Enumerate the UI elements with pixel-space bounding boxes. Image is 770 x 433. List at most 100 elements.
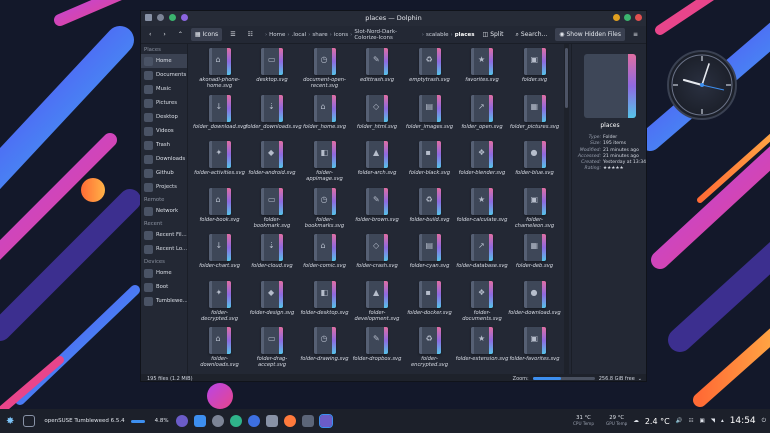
- places-item[interactable]: Recent Lo...: [141, 242, 187, 256]
- places-item[interactable]: Desktop: [141, 110, 187, 124]
- file-item[interactable]: ▤ folder-cyan.svg: [403, 234, 456, 269]
- file-item[interactable]: ⌂ folder_home.svg: [298, 94, 351, 130]
- file-item[interactable]: ◧ folder-appimage.svg: [298, 141, 351, 182]
- file-item[interactable]: ◷ folder-bookmarks.svg: [298, 187, 351, 229]
- compact-view-button[interactable]: ☰: [226, 28, 239, 41]
- split-button[interactable]: ◫ Split: [479, 28, 508, 41]
- file-item[interactable]: ◷ document-open-recent.svg: [298, 48, 351, 89]
- digital-clock[interactable]: 14:54: [730, 416, 756, 426]
- file-item[interactable]: ▣ folder-favorites.svg: [508, 327, 561, 362]
- breadcrumb-places[interactable]: places: [455, 32, 475, 38]
- places-item[interactable]: Tumblewe...: [141, 294, 187, 308]
- file-item[interactable]: ◧ folder-desktop.svg: [298, 280, 351, 316]
- weather-temp[interactable]: 2.4 °C: [645, 417, 670, 426]
- places-item[interactable]: Projects: [141, 180, 187, 194]
- file-item[interactable]: ◇ folder_html.svg: [351, 94, 404, 130]
- breadcrumb-scalable[interactable]: scalable: [426, 32, 449, 38]
- dolphin-task-icon[interactable]: [318, 414, 333, 428]
- file-item[interactable]: ↓ folder-chart.svg: [193, 234, 246, 269]
- file-item[interactable]: ◇ folder-crash.svg: [351, 234, 404, 269]
- file-item[interactable]: ⌂ folder-comic.svg: [298, 234, 351, 269]
- tray-expand-icon[interactable]: ▴: [721, 418, 724, 424]
- display-icon[interactable]: ▣: [700, 418, 705, 424]
- network-tray-icon[interactable]: ☷: [689, 418, 694, 424]
- file-item[interactable]: ▣ folder-chameleon.svg: [508, 187, 561, 229]
- file-item[interactable]: ⌂ folder-downloads.svg: [193, 327, 246, 368]
- file-item[interactable]: ✎ folder-dropbox.svg: [351, 327, 404, 362]
- maximize-button[interactable]: [624, 14, 631, 21]
- show-hidden-files-button[interactable]: ◉ Show Hidden Files: [555, 28, 625, 41]
- window-titlebar[interactable]: places — Dolphin: [141, 11, 646, 26]
- file-item[interactable]: ◷ folder-drawing.svg: [298, 327, 351, 362]
- file-item[interactable]: ♻ folder-encrypted.svg: [403, 327, 456, 368]
- app-icon-6[interactable]: [265, 415, 278, 427]
- file-item[interactable]: ★ folder-extension.svg: [456, 327, 509, 362]
- icons-view-button[interactable]: ▦ Icons: [190, 28, 223, 41]
- file-item[interactable]: ⌂ folder-book.svg: [193, 187, 246, 223]
- app-icon-4[interactable]: [229, 415, 242, 427]
- app-icon-3[interactable]: [211, 415, 224, 427]
- volume-icon[interactable]: 🔊: [676, 418, 683, 424]
- places-item[interactable]: Videos: [141, 124, 187, 138]
- file-item[interactable]: ♻ emptytrash.svg: [403, 48, 456, 83]
- places-item[interactable]: Github: [141, 166, 187, 180]
- file-item[interactable]: ⇣ folder_downloads.svg: [246, 94, 302, 130]
- file-item[interactable]: ↗ folder_open.svg: [456, 94, 509, 130]
- places-item[interactable]: Recent Fil...: [141, 228, 187, 242]
- file-item[interactable]: ● folder-blue.svg: [508, 141, 561, 176]
- show-desktop-icon[interactable]: [23, 415, 36, 427]
- file-item[interactable]: ◆ folder-android.svg: [246, 141, 299, 176]
- taskbar-window-opensuse[interactable]: openSUSE Tumbleweed 6.5.4: [38, 409, 150, 433]
- breadcrumb-theme[interactable]: Slot-Nord-Dark-Colorize-Icons: [354, 29, 419, 41]
- file-item[interactable]: ★ favorites.svg: [456, 48, 509, 83]
- app-icon-2[interactable]: [193, 415, 206, 427]
- places-item[interactable]: Network: [141, 204, 187, 218]
- file-item[interactable]: ▭ folder-drag-accept.svg: [246, 327, 299, 368]
- file-item[interactable]: ↗ folder-database.svg: [456, 234, 509, 269]
- places-item[interactable]: Home: [141, 266, 187, 280]
- breadcrumb-icons[interactable]: icons: [334, 32, 348, 38]
- breadcrumb-share[interactable]: share: [312, 32, 327, 38]
- firefox-icon[interactable]: [283, 415, 296, 427]
- app-icon-5[interactable]: [247, 415, 260, 427]
- up-button[interactable]: ⌃: [174, 28, 187, 41]
- file-item[interactable]: ✎ folder-brown.svg: [351, 187, 404, 223]
- file-item[interactable]: ▣ folder.svg: [508, 48, 561, 83]
- scrollbar[interactable]: [564, 44, 569, 374]
- file-item[interactable]: ⇣ folder-cloud.svg: [246, 234, 299, 269]
- file-item[interactable]: ♻ folder-build.svg: [403, 187, 456, 223]
- minimize-button[interactable]: [613, 14, 620, 21]
- places-item[interactable]: Home: [141, 54, 187, 68]
- file-item[interactable]: ▭ folder-bookmark.svg: [246, 187, 299, 229]
- places-item[interactable]: Trash: [141, 138, 187, 152]
- close-button[interactable]: [635, 14, 642, 21]
- file-item[interactable]: ↓ folder_download.svg: [193, 94, 246, 130]
- file-item[interactable]: ▦ folder_pictures.svg: [508, 94, 561, 130]
- wifi-icon[interactable]: ◥: [711, 418, 715, 424]
- details-view-button[interactable]: ☷: [244, 28, 257, 41]
- breadcrumb-home[interactable]: Home: [269, 32, 285, 38]
- app-icon-1[interactable]: [175, 415, 188, 427]
- file-item[interactable]: ❖ folder-blender.svg: [456, 141, 509, 176]
- file-item[interactable]: ✦ folder-activities.svg: [193, 141, 246, 176]
- file-item[interactable]: ◆ folder-design.svg: [246, 280, 299, 316]
- weather-icon[interactable]: ☁: [633, 418, 639, 424]
- hamburger-menu-button[interactable]: ≡: [629, 28, 642, 41]
- places-item[interactable]: Boot: [141, 280, 187, 294]
- places-item[interactable]: Downloads: [141, 152, 187, 166]
- file-item[interactable]: ▪ folder-black.svg: [403, 141, 456, 176]
- application-launcher[interactable]: ✸: [0, 409, 20, 433]
- file-item[interactable]: ▲ folder-arch.svg: [351, 141, 404, 176]
- file-item[interactable]: ▲ folder-development.svg: [351, 280, 404, 322]
- file-item[interactable]: ● folder-download.svg: [508, 280, 561, 316]
- places-item[interactable]: Music: [141, 82, 187, 96]
- file-item[interactable]: ⌂ akonadi-phone-home.svg: [193, 48, 246, 89]
- file-item[interactable]: ▤ folder_images.svg: [403, 94, 456, 130]
- file-item[interactable]: ▭ desktop.svg: [246, 48, 299, 83]
- file-item[interactable]: ▪ folder-docker.svg: [403, 280, 456, 316]
- places-item[interactable]: Pictures: [141, 96, 187, 110]
- forward-button[interactable]: ›: [159, 28, 169, 41]
- free-space-chevron-icon[interactable]: ⌄: [638, 376, 642, 382]
- scrollbar-thumb[interactable]: [565, 48, 568, 108]
- breadcrumb[interactable]: › Home › .local › share › icons › Slot-Nord-…: [265, 29, 475, 41]
